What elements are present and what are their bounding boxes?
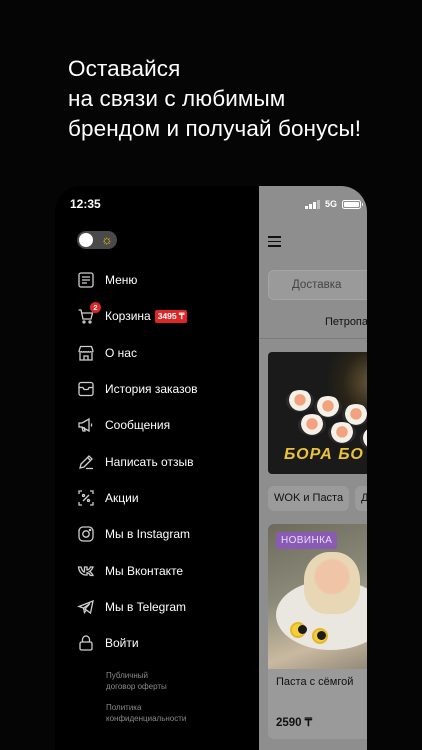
legal-line: Политика [106, 703, 142, 712]
olive-image [298, 625, 307, 634]
lock-icon [79, 635, 93, 651]
sushi-roll-image [298, 414, 326, 436]
category-tabs: WOK и Паста Де [268, 486, 367, 511]
side-drawer: 12:35 ☼ Меню 2 Корзина 3495 ₸ О нас Исто… [55, 186, 259, 750]
sun-icon: ☼ [101, 232, 113, 247]
pasta-image [304, 552, 360, 614]
public-offer-link[interactable]: Публичный договор оферты [106, 670, 167, 692]
legal-line: договор оферты [106, 682, 167, 691]
store-icon [78, 345, 94, 361]
sushi-roll-image [328, 422, 356, 444]
drawer-item-label: Сообщения [105, 418, 171, 433]
drawer-item-about[interactable]: О нас [77, 335, 257, 371]
legal-line: конфиденциальности [106, 714, 187, 723]
telegram-icon [77, 599, 94, 614]
drawer-item-promotions[interactable]: Акции [77, 480, 257, 516]
phone-screen: 5G Доставка Петропа БОРА БО WOK и Паста … [55, 186, 367, 750]
main-app-screen: 5G Доставка Петропа БОРА БО WOK и Паста … [259, 186, 367, 750]
category-tab[interactable]: WOK и Паста [268, 486, 350, 511]
instagram-icon [78, 526, 94, 542]
pencil-icon [79, 454, 93, 469]
discount-icon [78, 490, 94, 506]
headline-line-3: брендом и получай бонусы! [68, 116, 362, 141]
promo-headline: Оставайся на связи с любимым брендом и п… [68, 54, 398, 144]
legal-line: Публичный [106, 671, 149, 680]
drawer-item-label: Мы в Telegram [105, 599, 187, 614]
drawer-item-label: Войти [105, 636, 139, 651]
drawer-item-label: О нас [105, 345, 137, 360]
headline-line-1: Оставайся [68, 56, 181, 81]
vk-icon [77, 565, 94, 576]
privacy-policy-link[interactable]: Политика конфиденциальности [106, 702, 186, 724]
olive-image [317, 631, 326, 640]
banner-title: БОРА БО [284, 446, 364, 463]
drawer-item-label: Меню [105, 273, 138, 288]
toggle-knob [79, 233, 93, 247]
cart-total-badge: 3495 ₸ [154, 309, 188, 323]
drawer-item-label: Мы Вконтакте [105, 563, 184, 578]
drawer-item-label: Написать отзыв [105, 454, 194, 469]
menu-book-icon [78, 272, 94, 288]
drawer-item-telegram[interactable]: Мы в Telegram [77, 589, 257, 625]
sushi-roll-image [286, 390, 314, 412]
headline-line-2: на связи с любимым [68, 86, 286, 111]
status-indicators: 5G [305, 199, 363, 209]
drawer-item-cart[interactable]: 2 Корзина 3495 ₸ [77, 298, 257, 334]
drawer-item-label: История заказов [105, 382, 198, 397]
drawer-item-label: Акции [105, 490, 139, 505]
new-badge: НОВИНКА [276, 532, 338, 549]
theme-toggle[interactable]: ☼ [77, 231, 117, 249]
status-time: 12:35 [70, 197, 101, 211]
product-title: Паста с сёмгой [276, 676, 354, 688]
product-price: 2590 ₸ [276, 717, 313, 729]
drawer-item-menu[interactable]: Меню [77, 262, 257, 298]
drawer-item-review[interactable]: Написать отзыв [77, 443, 257, 479]
megaphone-icon [78, 418, 93, 433]
category-tab[interactable]: Де [355, 486, 367, 511]
drawer-item-label: Корзина [105, 309, 151, 324]
promo-banner[interactable]: БОРА БО [268, 352, 367, 474]
drawer-item-messages[interactable]: Сообщения [77, 407, 257, 443]
hamburger-menu-icon[interactable] [268, 236, 281, 247]
order-history-icon [78, 381, 94, 397]
drawer-menu: Меню 2 Корзина 3495 ₸ О нас История зака… [77, 262, 257, 661]
drawer-item-login[interactable]: Войти [77, 625, 257, 661]
network-type: 5G [324, 199, 337, 209]
battery-icon [342, 199, 363, 209]
divider [259, 338, 367, 339]
product-card[interactable]: НОВИНКА Паста с сёмгой 2590 ₸ [268, 524, 367, 739]
signal-icon [305, 199, 320, 209]
drawer-item-label: Мы в Instagram [105, 527, 191, 542]
delivery-mode-toggle[interactable]: Доставка [268, 270, 367, 300]
delivery-address[interactable]: Петропа [325, 316, 367, 328]
drawer-item-order-history[interactable]: История заказов [77, 371, 257, 407]
cart-count-badge: 2 [90, 302, 101, 314]
drawer-item-instagram[interactable]: Мы в Instagram [77, 516, 257, 552]
drawer-item-vk[interactable]: Мы Вконтакте [77, 552, 257, 588]
